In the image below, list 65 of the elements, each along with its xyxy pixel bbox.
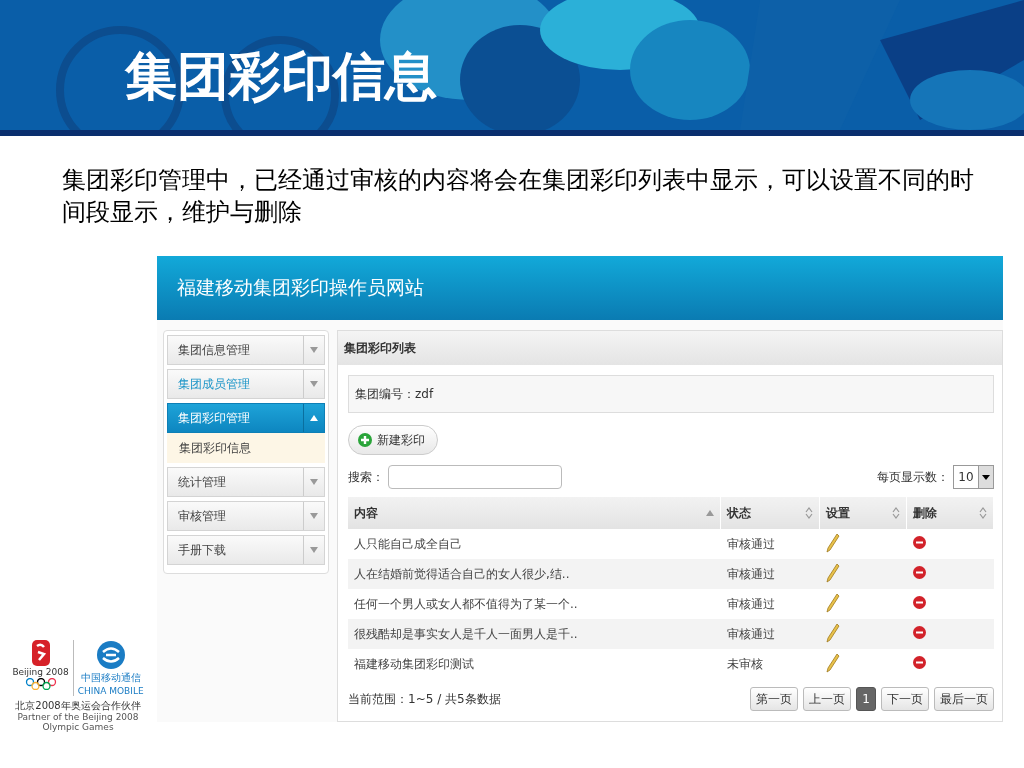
caret-icon: [310, 347, 318, 353]
operator-name-english: CHINA MOBILE: [77, 686, 144, 696]
page-button[interactable]: 下一页: [881, 687, 929, 711]
page-button[interactable]: 上一页: [803, 687, 852, 711]
caret-icon: [310, 479, 318, 485]
sidebar-item[interactable]: 统计管理: [167, 467, 325, 497]
delete-icon[interactable]: [912, 566, 926, 579]
page-size-label: 每页显示数：: [877, 468, 949, 486]
table-cell: 人在结婚前觉得适合自己的女人很少,结..: [348, 559, 721, 589]
pencil-icon[interactable]: [825, 622, 840, 643]
table-cell: 未审核: [720, 649, 820, 679]
caret-icon: [310, 381, 318, 387]
delete-icon[interactable]: [912, 536, 926, 549]
panel-title: 集团彩印列表: [344, 339, 416, 357]
column-header[interactable]: 删除: [906, 497, 994, 529]
sort-icon: [979, 507, 987, 519]
emblem-icon: [29, 640, 52, 666]
operator-name: 中国移动通信: [80, 671, 141, 685]
sort-icon: [805, 507, 813, 519]
table-cell: 审核通过: [720, 559, 820, 589]
delete-icon[interactable]: [912, 596, 926, 609]
games-logo-text: Beijing 2008: [12, 667, 69, 677]
table-cell: 审核通过: [720, 619, 820, 649]
delete-icon[interactable]: [912, 656, 926, 669]
group-number: 集团编号：zdf: [355, 385, 434, 403]
caret-icon: [310, 513, 318, 519]
site-title: 福建移动集团彩印操作员网站: [177, 275, 424, 300]
search-field[interactable]: [388, 465, 562, 489]
partner-text: 北京2008年奥运会合作伙伴: [15, 699, 141, 713]
slide-description: 集团彩印管理中，已经通过审核的内容将会在集团彩印列表中显示，可以设置不同的时间段显示，维护与删除: [62, 165, 975, 228]
pencil-icon[interactable]: [825, 532, 840, 553]
rings-icon: [23, 678, 58, 690]
sort-icon: [892, 507, 900, 519]
column-header[interactable]: 设置: [819, 497, 907, 529]
table-cell: 福建移动集团彩印测试: [348, 649, 721, 679]
page-size-select[interactable]: 10: [953, 465, 994, 489]
table-cell: 审核通过: [720, 529, 820, 559]
pencil-icon[interactable]: [825, 592, 840, 613]
partner-text-english: Partner of the Beijing 2008 Olympic Games: [16, 713, 140, 733]
table-cell: 任何一个男人或女人都不值得为了某一个..: [348, 589, 721, 619]
sidebar-item[interactable]: 审核管理: [167, 501, 325, 531]
caret-icon: [982, 474, 990, 480]
new-button[interactable]: 新建彩印: [348, 425, 438, 455]
pencil-icon[interactable]: [825, 652, 840, 673]
table-cell: 很残酷却是事实女人是千人一面男人是千..: [348, 619, 721, 649]
delete-icon[interactable]: [912, 626, 926, 639]
search-label: 搜索：: [348, 468, 384, 486]
column-header[interactable]: 状态: [720, 497, 820, 529]
sidebar-item[interactable]: 手册下载: [167, 535, 325, 565]
plus-icon: [358, 433, 372, 447]
column-header[interactable]: 内容: [348, 497, 721, 529]
page-button[interactable]: 最后一页: [934, 687, 994, 711]
logo-icon: [95, 640, 126, 670]
sidebar-subitem[interactable]: 集团彩印信息: [167, 433, 325, 463]
sort-ascending-icon: [706, 510, 714, 516]
caret-icon: [310, 547, 318, 553]
table-cell: 人只能自己成全自己: [348, 529, 721, 559]
sidebar-item[interactable]: 集团信息管理: [167, 335, 325, 365]
table-cell: 审核通过: [720, 589, 820, 619]
range-text: 当前范围：1~5 / 共5条数据: [348, 690, 501, 708]
page-button[interactable]: 第一页: [750, 687, 799, 711]
page-button[interactable]: 1: [856, 687, 876, 711]
slide-title: 集团彩印信息: [125, 48, 437, 106]
pencil-icon[interactable]: [825, 562, 840, 583]
caret-icon: [310, 415, 318, 421]
